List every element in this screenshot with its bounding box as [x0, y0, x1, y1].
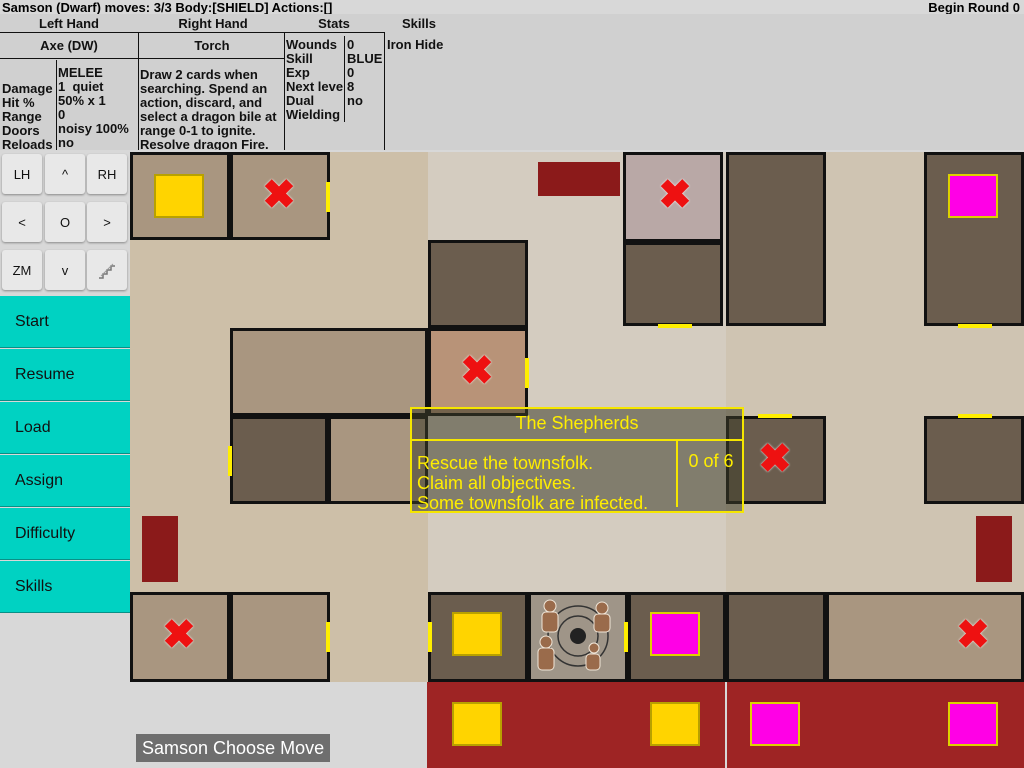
- skills-header: Skills: [402, 16, 436, 31]
- stairs-button[interactable]: [87, 250, 127, 290]
- menu-difficulty[interactable]: Difficulty: [0, 508, 130, 560]
- character-info-panel: Left Hand Right Hand Stats Skills Axe (D…: [0, 14, 1024, 150]
- divider: [0, 58, 284, 59]
- main-menu: Start Resume Load Assign Difficulty Skil…: [0, 296, 130, 614]
- x-marker[interactable]: ✖: [262, 175, 296, 215]
- collected-objective-magenta[interactable]: [948, 702, 998, 746]
- objective-marker-yellow[interactable]: [154, 174, 204, 218]
- door-marker[interactable]: [658, 324, 692, 328]
- left-hand-weapon: Axe (DW): [40, 38, 98, 53]
- round-status: Begin Round 0: [928, 0, 1020, 15]
- down-button[interactable]: v: [45, 250, 85, 290]
- divider: [0, 32, 384, 33]
- left-hand-button[interactable]: LH: [2, 154, 42, 194]
- left-hand-header: Left Hand: [39, 16, 99, 31]
- right-hand-item: Torch: [194, 38, 230, 53]
- collected-objective-magenta[interactable]: [750, 702, 800, 746]
- divider: [138, 32, 139, 150]
- center-button[interactable]: O: [45, 202, 85, 242]
- building-room[interactable]: [428, 240, 528, 328]
- collected-objective-yellow[interactable]: [452, 702, 502, 746]
- divider: [725, 682, 727, 768]
- objective-marker-magenta[interactable]: [650, 612, 700, 656]
- divider: [284, 32, 285, 150]
- x-marker[interactable]: ✖: [460, 351, 494, 391]
- torch-description: Draw 2 cards when searching. Spend an ac…: [140, 68, 277, 150]
- character-status: Samson (Dwarf) moves: 3/3 Body:[SHIELD] …: [2, 0, 333, 15]
- game-board[interactable]: ✖ ✖ ✖ ✖ ✖ ✖ The Shepherds Rescue the tow…: [130, 152, 1024, 682]
- objective-marker-magenta[interactable]: [948, 174, 998, 218]
- door-marker[interactable]: [228, 446, 232, 476]
- mission-objectives: Rescue the townsfolk. Claim all objectiv…: [417, 453, 648, 513]
- building-room[interactable]: [623, 242, 723, 326]
- menu-resume[interactable]: Resume: [0, 349, 130, 401]
- weapon-stat-labels: Damage Hit % Range Doors Reloads: [2, 82, 53, 150]
- door-marker[interactable]: [326, 182, 330, 212]
- up-button[interactable]: ^: [45, 154, 85, 194]
- door-marker[interactable]: [958, 324, 992, 328]
- objective-marker-yellow[interactable]: [452, 612, 502, 656]
- survivor-figures-icon: [537, 599, 611, 671]
- collected-objective-yellow[interactable]: [650, 702, 700, 746]
- zombie-spawn-zone: [538, 162, 620, 196]
- stairs-icon: [99, 263, 115, 279]
- menu-load[interactable]: Load: [0, 402, 130, 454]
- zoom-button[interactable]: ZM: [2, 250, 42, 290]
- divider: [384, 32, 385, 150]
- stat-values: 0 BLUE 0 8 no: [347, 38, 383, 108]
- weapon-stat-values: MELEE 1 quiet 50% x 1 0 noisy 100% no: [58, 66, 129, 150]
- stat-labels: Wounds Skill Exp Next level Dual Wieldin…: [286, 38, 344, 122]
- door-marker[interactable]: [428, 622, 432, 652]
- prompt-message: Samson Choose Move: [136, 734, 331, 762]
- zombie-spawn-zone: [142, 516, 178, 582]
- zombie-spawn-zone: [976, 516, 1012, 582]
- right-hand-button[interactable]: RH: [87, 154, 127, 194]
- building-room[interactable]: [726, 152, 826, 326]
- x-marker[interactable]: ✖: [162, 615, 196, 655]
- control-pad: LH ^ RH < O > ZM v: [0, 150, 130, 296]
- door-marker[interactable]: [525, 358, 529, 388]
- menu-start[interactable]: Start: [0, 296, 130, 348]
- right-hand-header: Right Hand: [178, 16, 248, 31]
- menu-skills[interactable]: Skills: [0, 561, 130, 613]
- survivor-group[interactable]: [528, 592, 624, 682]
- building-room[interactable]: [924, 416, 1024, 504]
- menu-assign[interactable]: Assign: [0, 455, 130, 507]
- door-marker[interactable]: [958, 414, 992, 418]
- building-room[interactable]: [230, 328, 428, 416]
- divider: [56, 60, 57, 150]
- x-marker[interactable]: ✖: [658, 175, 692, 215]
- door-marker[interactable]: [326, 622, 330, 652]
- skill-list: Iron Hide: [387, 38, 444, 52]
- objective-line: Rescue the townsfolk.: [417, 453, 594, 473]
- stats-header: Stats: [318, 16, 350, 31]
- objective-line: Some townsfolk are infected.: [417, 493, 649, 513]
- door-marker[interactable]: [624, 622, 628, 652]
- door-marker[interactable]: [758, 414, 792, 418]
- mission-title: The Shepherds: [412, 409, 742, 441]
- x-marker[interactable]: ✖: [956, 615, 990, 655]
- building-room[interactable]: [726, 592, 826, 682]
- divider: [344, 36, 345, 122]
- objective-line: Claim all objectives.: [417, 473, 577, 493]
- left-button[interactable]: <: [2, 202, 42, 242]
- objective-tray: [427, 682, 1024, 768]
- objective-progress: 0 of 6: [676, 441, 744, 507]
- right-button[interactable]: >: [87, 202, 127, 242]
- mission-objective-popup: The Shepherds Rescue the townsfolk. Clai…: [410, 407, 744, 513]
- building-room[interactable]: [230, 416, 328, 504]
- x-marker[interactable]: ✖: [758, 439, 792, 479]
- building-room[interactable]: [826, 592, 1024, 682]
- building-room[interactable]: [230, 592, 330, 682]
